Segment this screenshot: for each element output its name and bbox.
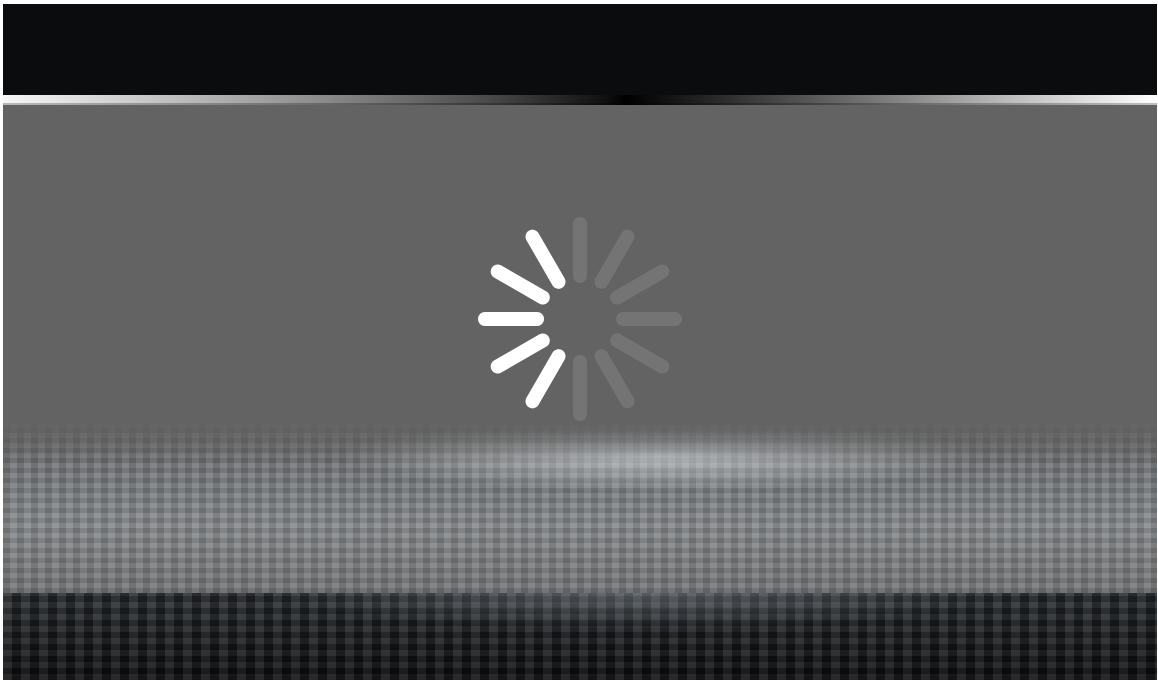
spinner-segment <box>594 229 635 289</box>
spinner-segment <box>594 349 635 409</box>
spinner-segment <box>490 333 550 374</box>
spinner-segment <box>490 264 550 305</box>
spinner-segment <box>610 333 670 374</box>
spinner-segment <box>525 229 566 289</box>
loading-screen <box>3 4 1157 680</box>
loading-spinner-icon <box>478 217 682 421</box>
spinner-segment <box>525 349 566 409</box>
spinner-segment <box>610 264 670 305</box>
spinner-segments <box>478 217 682 421</box>
